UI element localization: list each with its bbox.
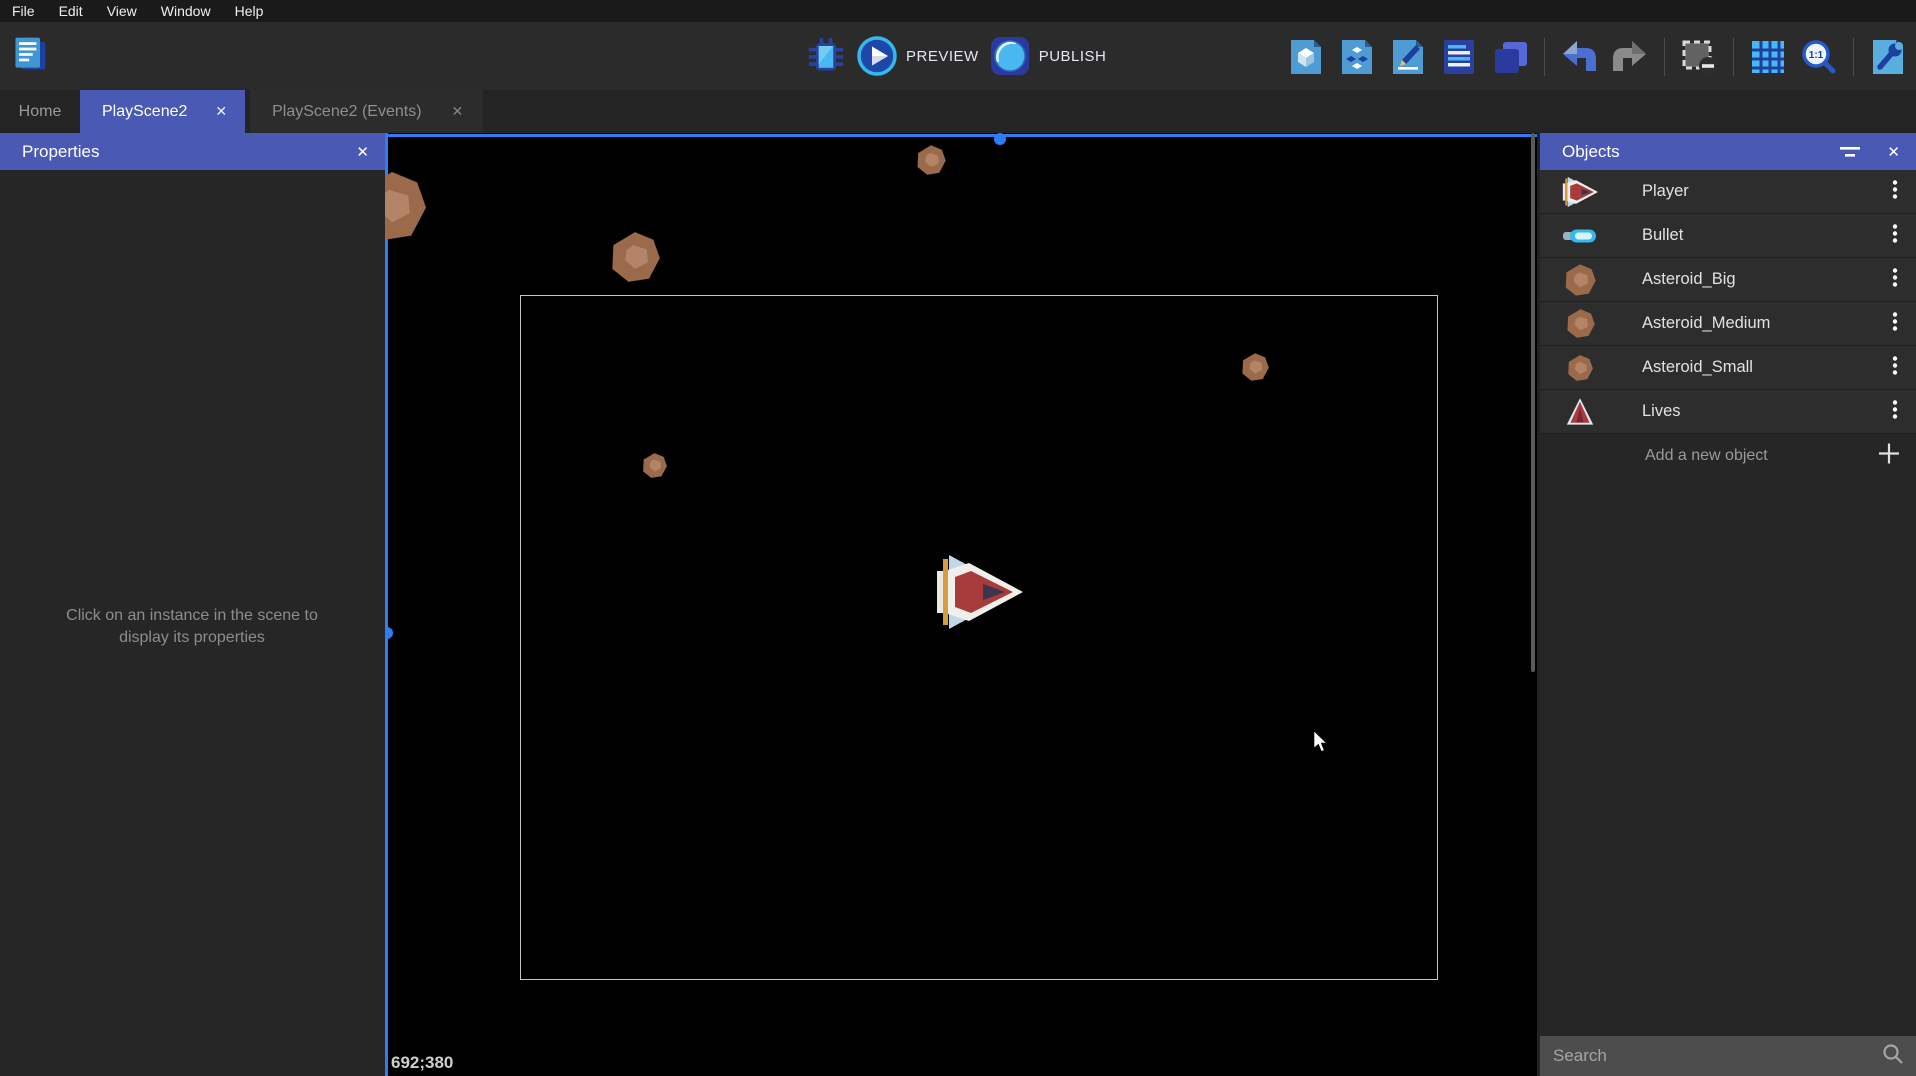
toolbar-separator (1733, 38, 1734, 76)
preview-play-icon (856, 35, 898, 77)
selection-handle-top[interactable] (994, 133, 1006, 145)
preview-button[interactable]: PREVIEW (856, 35, 979, 77)
object-menu-dots-icon[interactable] (1888, 263, 1902, 296)
object-row-asteroid-medium[interactable]: Asteroid_Medium (1540, 302, 1916, 346)
scene-canvas[interactable]: 692;380 (385, 133, 1537, 1076)
publish-globe-icon (989, 35, 1031, 77)
mouse-cursor (1313, 731, 1329, 753)
edit-selection-icon[interactable] (1679, 37, 1719, 77)
redo-icon[interactable] (1610, 37, 1650, 77)
objects-list: Player Bullet Asteroid_Big (1540, 170, 1916, 478)
properties-title: Properties (22, 142, 99, 162)
selection-handle-left[interactable] (385, 627, 393, 639)
tab-close-icon[interactable]: ✕ (215, 103, 227, 120)
publish-label: PUBLISH (1039, 48, 1107, 65)
cursor-coordinates: 692;380 (391, 1053, 453, 1073)
object-row-bullet[interactable]: Bullet (1540, 214, 1916, 258)
object-row-player[interactable]: Player (1540, 170, 1916, 214)
objects-title: Objects (1562, 142, 1620, 162)
menu-help[interactable]: Help (223, 0, 276, 22)
object-name: Lives (1642, 402, 1681, 421)
objects-search-bar (1540, 1036, 1916, 1076)
project-settings-icon[interactable] (1868, 37, 1908, 77)
menu-file[interactable]: File (0, 0, 47, 22)
close-icon[interactable]: ✕ (356, 143, 369, 161)
tab-close-icon[interactable]: ✕ (452, 103, 464, 120)
asteroid-medium-instance[interactable] (608, 230, 662, 284)
asteroid-small-instance[interactable] (641, 452, 668, 479)
toolbar-separator (1544, 38, 1545, 76)
scene-properties-icon[interactable] (1286, 37, 1326, 77)
menu-window[interactable]: Window (149, 0, 223, 22)
objects-panel: Objects ✕ Player (1540, 133, 1916, 1076)
tab-home[interactable]: Home (0, 90, 80, 133)
player-ship-instance[interactable] (935, 553, 1023, 631)
publish-button[interactable]: PUBLISH (989, 35, 1107, 77)
asteroid-icon (1560, 350, 1600, 386)
object-name: Bullet (1642, 226, 1683, 245)
instances-list-icon[interactable] (1439, 37, 1479, 77)
selection-border-left (385, 133, 388, 1076)
object-menu-dots-icon[interactable] (1888, 395, 1902, 428)
scene-vertical-scrollbar[interactable] (1531, 133, 1535, 672)
search-icon[interactable] (1882, 1043, 1904, 1070)
add-new-object-button[interactable]: Add a new object (1540, 434, 1916, 478)
object-menu-dots-icon[interactable] (1888, 219, 1902, 252)
object-menu-dots-icon[interactable] (1888, 175, 1902, 208)
object-row-lives[interactable]: Lives (1540, 390, 1916, 434)
asteroid-big-instance[interactable] (385, 169, 429, 243)
properties-panel: Properties ✕ Click on an instance in the… (0, 133, 385, 1076)
object-menu-dots-icon[interactable] (1888, 351, 1902, 384)
object-row-asteroid-big[interactable]: Asteroid_Big (1540, 258, 1916, 302)
life-ship-icon (1560, 394, 1600, 430)
plus-icon (1878, 443, 1900, 470)
menu-view[interactable]: View (95, 0, 149, 22)
debug-icon[interactable] (806, 36, 846, 76)
edit-scene-icon[interactable] (1388, 37, 1428, 77)
asteroid-icon (1560, 306, 1600, 342)
object-name: Player (1642, 182, 1689, 201)
svg-text:1:1: 1:1 (1809, 50, 1824, 61)
scene-bounds-frame (520, 295, 1438, 980)
add-new-object-label: Add a new object (1645, 447, 1768, 465)
search-input[interactable] (1540, 1045, 1882, 1067)
tab-playscene2-label: PlayScene2 (102, 103, 187, 121)
objects-header: Objects ✕ (1540, 133, 1916, 170)
object-menu-dots-icon[interactable] (1888, 307, 1902, 340)
menu-edit[interactable]: Edit (47, 0, 95, 22)
asteroid-icon (1560, 262, 1600, 298)
bullet-icon (1560, 218, 1600, 254)
tab-playscene2[interactable]: PlayScene2 ✕ (80, 90, 245, 133)
object-name: Asteroid_Medium (1642, 314, 1770, 333)
selection-border-top (385, 134, 1537, 137)
preview-label: PREVIEW (906, 48, 979, 65)
menu-bar: File Edit View Window Help (0, 0, 1916, 22)
objects-editor-icon[interactable] (1337, 37, 1377, 77)
object-row-asteroid-small[interactable]: Asteroid_Small (1540, 346, 1916, 390)
gdevelop-window: File Edit View Window Help (0, 0, 1916, 1076)
tab-home-label: Home (19, 103, 62, 121)
zoom-original-icon[interactable]: 1:1 (1799, 37, 1839, 77)
object-name: Asteroid_Big (1642, 270, 1736, 289)
asteroid-small-instance[interactable] (1240, 352, 1270, 382)
asteroid-small-instance[interactable] (915, 144, 947, 176)
undo-icon[interactable] (1559, 37, 1599, 77)
toolbar-separator (1664, 38, 1665, 76)
grid-icon[interactable] (1748, 37, 1788, 77)
tab-playscene2-events-label: PlayScene2 (Events) (272, 103, 421, 121)
filter-icon[interactable] (1839, 145, 1861, 159)
layers-icon[interactable] (1490, 37, 1530, 77)
main-toolbar: PREVIEW PUBLISH (0, 22, 1916, 90)
close-icon[interactable]: ✕ (1887, 143, 1900, 161)
properties-empty-message: Click on an instance in the scene to dis… (42, 605, 342, 649)
toolbar-separator (1853, 38, 1854, 76)
player-ship-icon (1560, 174, 1600, 210)
properties-header: Properties ✕ (0, 133, 385, 170)
tab-playscene2-events[interactable]: PlayScene2 (Events) ✕ (250, 90, 483, 133)
project-manager-icon[interactable] (10, 34, 50, 74)
object-name: Asteroid_Small (1642, 358, 1753, 377)
editor-tab-bar: Home PlayScene2 ✕ PlayScene2 (Events) ✕ (0, 90, 1916, 133)
